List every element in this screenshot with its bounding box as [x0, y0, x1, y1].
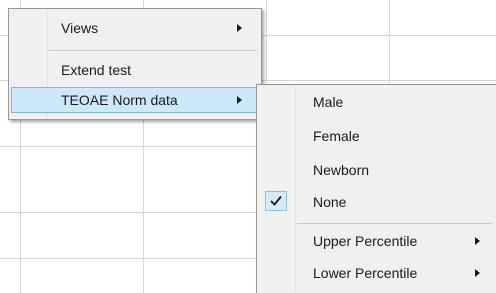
context-menu: Views Extend test TEOAE Norm data	[8, 8, 262, 120]
menu-item-views[interactable]: Views	[11, 15, 259, 41]
norm-data-submenu: Male Female Newborn None Upper Percentil…	[256, 84, 496, 293]
submenu-item-label: Newborn	[313, 162, 370, 178]
menu-item-teoae-norm-data[interactable]: TEOAE Norm data	[11, 87, 259, 113]
menu-item-label: Extend test	[61, 62, 132, 78]
submenu-item-lower-percentile[interactable]: Lower Percentile	[259, 260, 494, 286]
check-mark-icon	[265, 191, 287, 211]
submenu-item-male[interactable]: Male	[259, 89, 494, 115]
submenu-item-female[interactable]: Female	[259, 123, 494, 149]
submenu-item-label: None	[313, 194, 347, 210]
submenu-arrow-icon	[475, 269, 480, 277]
submenu-item-newborn[interactable]: Newborn	[259, 157, 494, 183]
submenu-item-none[interactable]: None	[259, 189, 494, 215]
submenu-item-label: Female	[313, 128, 360, 144]
menu-separator	[297, 223, 492, 224]
submenu-item-label: Lower Percentile	[313, 265, 418, 281]
submenu-arrow-icon	[475, 237, 480, 245]
submenu-item-upper-percentile[interactable]: Upper Percentile	[259, 228, 494, 254]
submenu-arrow-icon	[237, 96, 242, 104]
submenu-item-label: Upper Percentile	[313, 233, 418, 249]
submenu-item-label: Male	[313, 94, 344, 110]
menu-separator	[49, 50, 257, 51]
submenu-arrow-icon	[237, 24, 242, 32]
menu-item-label: TEOAE Norm data	[61, 92, 178, 108]
menu-item-extend-test[interactable]: Extend test	[11, 57, 259, 83]
menu-item-label: Views	[61, 20, 99, 36]
